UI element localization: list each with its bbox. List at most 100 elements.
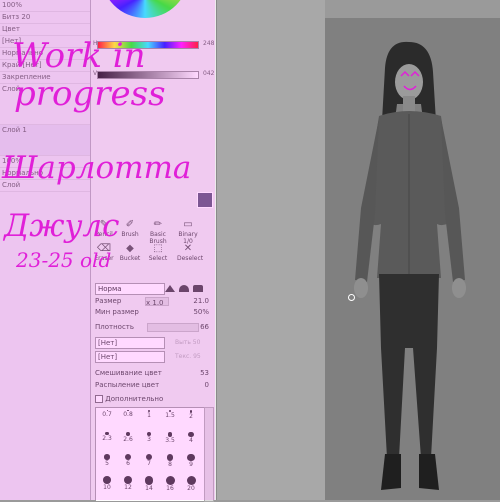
handwriting-line-5: 23-25 old — [16, 248, 112, 272]
color-mix-value: 53 — [200, 369, 209, 377]
select-icon: ⬚ — [153, 243, 163, 254]
brush-size-preset[interactable]: 1.5 — [161, 410, 179, 426]
binary-tool[interactable]: ▭ Binary 1/0 — [177, 218, 199, 245]
handwriting-line-3: Шарлотта — [2, 150, 192, 186]
basic-brush-icon: ✏ — [153, 219, 163, 230]
shape-icon — [179, 285, 189, 292]
brush-size-label: 8 — [168, 460, 172, 468]
brush-size-label: 3.5 — [165, 436, 175, 444]
deselect-icon: ✕ — [183, 243, 193, 254]
brush-shape-buttons[interactable] — [165, 283, 209, 293]
brush-size-label: 1.5 — [165, 412, 175, 420]
value-value: 042 — [203, 70, 215, 77]
handwriting-line-4: Джулс — [4, 208, 120, 244]
min-size-value: 50% — [193, 308, 209, 316]
brush-size-preset[interactable]: 6 — [119, 454, 137, 470]
color-spray-value: 0 — [204, 381, 209, 389]
brush-size-scrollbar[interactable] — [204, 407, 214, 502]
texture-value: Текс. 95 — [175, 353, 201, 360]
drawing-canvas[interactable] — [325, 18, 500, 500]
brush-size-label: 12 — [124, 484, 132, 492]
brush-size-preset[interactable]: 10 — [98, 476, 116, 492]
layer-row[interactable]: Цвет — [0, 24, 90, 36]
size-multiplier[interactable]: x 1.0 — [145, 297, 169, 307]
basic-brush-tool[interactable]: ✏ Basic Brush — [147, 218, 169, 245]
brush-size-label: 1 — [147, 411, 151, 419]
brush-size-label: 2.3 — [102, 435, 112, 443]
brush-size-label: 7 — [147, 460, 151, 468]
canvas-background — [217, 0, 325, 500]
deselect-tool[interactable]: ✕ Deselect — [177, 242, 203, 264]
brush-size-label: 2 — [189, 412, 193, 420]
brush-size-label: 9 — [189, 461, 193, 469]
brush-size-preset[interactable]: 3.5 — [161, 432, 179, 448]
binary-icon: ▭ — [183, 219, 193, 230]
brush-size-label: 4 — [189, 437, 193, 445]
select-tool[interactable]: ⬚ Select — [147, 242, 169, 264]
density-value: 66 — [200, 323, 209, 331]
bucket-icon: ◆ — [126, 243, 134, 254]
brush-size-preset[interactable]: 0.8 — [119, 410, 137, 426]
brush-size-label: 0.8 — [123, 411, 133, 419]
brush-size-preset[interactable]: 20 — [182, 476, 200, 492]
brush-size-label: 20 — [187, 485, 195, 492]
brush-size-preset[interactable]: 12 — [119, 476, 137, 492]
brush-size-preset[interactable]: 16 — [161, 476, 179, 492]
density-slider[interactable] — [147, 323, 199, 332]
brush-size-preset[interactable]: 1 — [140, 410, 158, 426]
color-spray-row[interactable]: Распыление цвет 0 — [95, 380, 211, 390]
advanced-row[interactable]: Дополнительно — [95, 394, 211, 404]
brush-size-label: 16 — [166, 485, 174, 492]
brush-dot-icon — [123, 476, 133, 485]
blur-value: Выть 50 — [175, 339, 201, 346]
brush-icon: ✐ — [125, 219, 135, 230]
blend-mode-select[interactable]: Норма — [95, 283, 165, 295]
brush-size-preset[interactable]: 14 — [140, 476, 158, 492]
brush-dot-icon — [103, 476, 111, 484]
shape-icon — [193, 285, 203, 292]
brush-size-preset[interactable]: 5 — [98, 454, 116, 470]
figure-artwork — [354, 41, 466, 490]
brush-size-preset[interactable]: 2 — [182, 410, 200, 426]
brush-tool[interactable]: ✐ Brush — [119, 218, 141, 240]
brush-size-label: 0.7 — [102, 411, 112, 418]
brush-dot-icon — [186, 476, 196, 485]
color-mix-row[interactable]: Смешивание цвет 53 — [95, 368, 211, 378]
primary-color-swatch[interactable] — [197, 192, 213, 208]
bucket-tool[interactable]: ◆ Bucket — [119, 242, 141, 264]
brush-size-label: 6 — [126, 459, 130, 467]
brush-dot-icon — [144, 476, 154, 485]
brush-size-preset[interactable]: 2.3 — [98, 432, 116, 448]
brush-dot-icon — [166, 454, 174, 461]
brush-dot-icon — [165, 476, 175, 485]
density-row[interactable]: Плотность 66 — [95, 322, 211, 332]
size-row[interactable]: Размер x 1.0 21.0 — [95, 296, 211, 307]
handwriting-line-2: progress — [14, 74, 166, 114]
brush-size-preset[interactable]: 2.6 — [119, 432, 137, 448]
brush-size-label: 2.6 — [123, 435, 133, 443]
brush-size-preset[interactable]: 8 — [161, 454, 179, 470]
layer-row[interactable]: Битз 20 — [0, 12, 90, 24]
brush-size-label: 5 — [105, 459, 109, 467]
brush-size-grid: 0.7 0.8 1 1.5 2 2.3 2.6 3 3.5 4 5 6 7 8 9 10 12 14 16 20 — [95, 407, 205, 502]
brush-size-preset[interactable]: 3 — [140, 432, 158, 448]
color-wheel[interactable] — [101, 0, 189, 18]
hue-value: 248 — [203, 40, 215, 47]
brush-size-label: 3 — [147, 436, 151, 444]
advanced-checkbox[interactable] — [95, 395, 103, 403]
texture-select-2[interactable]: [Нет] — [95, 351, 165, 363]
brush-size-label: 14 — [145, 484, 153, 492]
brush-size-label: 10 — [103, 483, 111, 491]
brush-size-preset[interactable]: 4 — [182, 432, 200, 448]
layer-row[interactable]: 100% — [0, 0, 90, 12]
shape-icon — [165, 285, 175, 292]
brush-dot-icon — [187, 454, 195, 462]
brush-size-preset[interactable]: 0.7 — [98, 410, 116, 426]
texture-select[interactable]: [Нет] — [95, 337, 165, 349]
size-value: 21.0 — [193, 297, 209, 305]
min-size-row[interactable]: Мин размер 50% — [95, 307, 211, 317]
handwriting-line-1: Work in — [12, 36, 146, 76]
brush-size-preset[interactable]: 7 — [140, 454, 158, 470]
brush-cursor — [348, 294, 355, 301]
brush-size-preset[interactable]: 9 — [182, 454, 200, 470]
